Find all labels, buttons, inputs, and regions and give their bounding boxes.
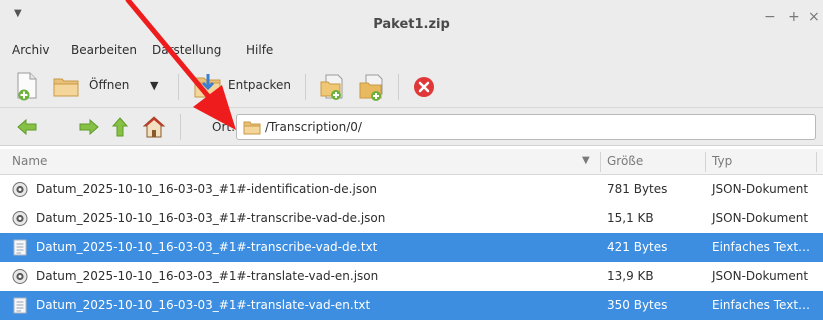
file-name: Datum_2025-10-10_16-03-03_#1#-identifica…: [36, 182, 378, 196]
toolbar-separator: [178, 74, 179, 100]
window-title: Paket1.zip: [373, 17, 450, 32]
file-type: JSON-Dokument: [712, 182, 809, 196]
file-size: 13,9 KB: [607, 269, 654, 283]
location-label: Ort:: [212, 120, 236, 134]
open-button[interactable]: Öffnen: [89, 78, 129, 92]
json-file-icon: [12, 182, 28, 197]
text-file-icon: [13, 239, 27, 256]
menu-bearbeiten[interactable]: Bearbeiten: [71, 43, 137, 57]
table-row[interactable]: Datum_2025-10-10_16-03-03_#1#-translate-…: [0, 262, 823, 291]
table-row[interactable]: Datum_2025-10-10_16-03-03_#1#-identifica…: [0, 175, 823, 204]
toolbar-separator: [305, 74, 306, 100]
file-type: Einfaches Text…: [712, 298, 811, 312]
menu-darstellung[interactable]: Darstellung: [152, 43, 221, 57]
column-type[interactable]: Typ: [712, 154, 732, 168]
folder-icon: [243, 121, 261, 135]
file-name: Datum_2025-10-10_16-03-03_#1#-transcribe…: [36, 240, 378, 254]
column-size[interactable]: Größe: [607, 154, 643, 168]
forward-arrow-icon[interactable]: [78, 117, 100, 137]
column-divider[interactable]: [705, 152, 706, 172]
column-divider[interactable]: [600, 152, 601, 172]
file-type: Einfaches Text…: [712, 240, 811, 254]
add-files-icon[interactable]: [318, 72, 348, 102]
menu-bar: Archiv Bearbeiten Darstellung Hilfe: [0, 38, 823, 64]
location-input[interactable]: /Transcription/0/: [236, 114, 816, 140]
column-divider[interactable]: [816, 152, 817, 172]
file-size: 350 Bytes: [607, 298, 668, 312]
column-name[interactable]: Name: [12, 154, 47, 168]
up-arrow-icon[interactable]: [110, 116, 130, 138]
file-size: 421 Bytes: [607, 240, 668, 254]
file-size: 781 Bytes: [607, 182, 668, 196]
add-folder-icon[interactable]: [357, 72, 387, 102]
menu-archiv[interactable]: Archiv: [12, 43, 50, 57]
file-size: 15,1 KB: [607, 211, 654, 225]
file-type: JSON-Dokument: [712, 211, 809, 225]
json-file-icon: [12, 211, 28, 226]
table-row[interactable]: Datum_2025-10-10_16-03-03_#1#-transcribe…: [0, 233, 823, 262]
table-row[interactable]: Datum_2025-10-10_16-03-03_#1#-translate-…: [0, 291, 823, 320]
folder-open-icon[interactable]: [52, 76, 80, 98]
back-arrow-icon[interactable]: [16, 117, 38, 137]
maximize-button[interactable]: +: [788, 9, 800, 25]
location-path: /Transcription/0/: [265, 120, 362, 134]
open-dropdown-chevron-icon[interactable]: ▼: [150, 79, 158, 92]
extract-button[interactable]: Entpacken: [228, 78, 291, 92]
toolbar-separator: [398, 74, 399, 100]
sort-descending-icon[interactable]: ▼: [582, 155, 590, 166]
title-bar: ▼ Paket1.zip − + ×: [0, 0, 823, 38]
menu-hilfe[interactable]: Hilfe: [246, 43, 273, 57]
file-name: Datum_2025-10-10_16-03-03_#1#-translate-…: [36, 269, 379, 283]
close-button[interactable]: ×: [808, 9, 820, 25]
home-icon[interactable]: [142, 115, 166, 139]
toolbar: Öffnen ▼ Entpacken: [0, 64, 823, 108]
location-bar: Ort: /Transcription/0/: [0, 108, 823, 146]
file-name: Datum_2025-10-10_16-03-03_#1#-translate-…: [36, 298, 371, 312]
text-file-icon: [13, 297, 27, 314]
toolbar-separator: [180, 114, 181, 140]
file-type: JSON-Dokument: [712, 269, 809, 283]
new-archive-icon[interactable]: [12, 70, 42, 102]
minimize-button[interactable]: −: [764, 9, 776, 25]
extract-icon[interactable]: [192, 72, 224, 100]
table-row[interactable]: Datum_2025-10-10_16-03-03_#1#-transcribe…: [0, 204, 823, 233]
json-file-icon: [12, 269, 28, 284]
column-header: Name ▼ Größe Typ: [0, 149, 823, 175]
delete-icon[interactable]: [412, 75, 436, 99]
file-name: Datum_2025-10-10_16-03-03_#1#-transcribe…: [36, 211, 386, 225]
